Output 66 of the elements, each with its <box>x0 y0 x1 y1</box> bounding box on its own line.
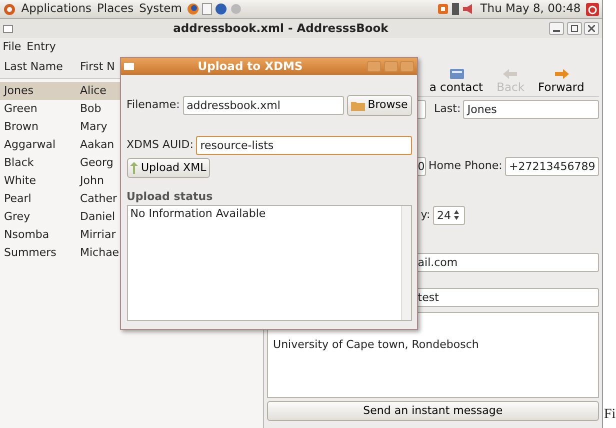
forward-button[interactable]: Forward <box>534 66 588 94</box>
upload-icon <box>130 162 138 174</box>
last-name-cell-text: Aggarwal <box>3 136 57 153</box>
column-header[interactable]: First N <box>80 59 115 76</box>
panel-menu[interactable]: Places <box>97 0 134 18</box>
status-heading: Upload status <box>126 188 214 205</box>
globe-icon[interactable] <box>187 3 200 15</box>
minimize-button[interactable] <box>548 22 564 35</box>
first-name-cell-text: Mirriar <box>80 226 116 243</box>
first-name-cell-text: Michae <box>80 244 120 261</box>
close-icon <box>588 25 596 32</box>
last-name-cell-text: Nsomba <box>3 226 50 243</box>
auid-field[interactable]: resource-lists <box>196 136 412 155</box>
speaker-icon[interactable] <box>462 4 475 14</box>
first-name-cell-text: John <box>80 172 104 189</box>
last-name-cell-text: White <box>3 172 37 189</box>
home-phone-field[interactable]: +27213456789 <box>505 156 600 176</box>
contact-button[interactable]: a contact <box>425 66 488 94</box>
window-title: addressbook.xml - AddresssBook <box>172 20 390 37</box>
menu-item[interactable]: Entry <box>26 39 56 56</box>
field-label: y: <box>420 207 430 223</box>
first-name-cell-text: Mary <box>80 118 108 135</box>
panel-menu[interactable]: System <box>139 0 182 18</box>
power-icon[interactable] <box>586 2 600 16</box>
address-text-area[interactable]: University of Cape town, Rondebosch <box>266 312 600 398</box>
first-name-cell-text: Georg <box>80 154 114 171</box>
column-header[interactable]: Last Name <box>0 59 80 76</box>
first-name-cell-text: Bob <box>80 100 102 117</box>
browse-button[interactable]: Browse <box>347 95 412 116</box>
field-label: Home Phone: <box>428 158 502 174</box>
window-menu-icon[interactable] <box>2 24 13 32</box>
last-name-cell-text: Summers <box>3 244 58 261</box>
folder-icon <box>350 100 365 111</box>
first-name-cell-text: Alice <box>80 82 106 99</box>
last-name-cell-text: Pearl <box>3 190 32 207</box>
notification-icon[interactable] <box>438 4 448 14</box>
upload-button[interactable]: Upload XML <box>126 158 210 178</box>
field-label: XDMS AUID: <box>126 137 194 154</box>
last-name-cell-text: Brown <box>3 118 40 135</box>
first-name-cell-text: Aakan <box>80 136 114 153</box>
last-name-cell-text: Grey <box>3 208 32 225</box>
last-name-field[interactable]: Jones <box>463 100 600 119</box>
last-name-cell-text: Green <box>3 100 38 117</box>
document-icon[interactable] <box>202 3 212 15</box>
send-message-button[interactable]: Send an instant message <box>266 401 600 421</box>
close-button[interactable] <box>584 22 600 35</box>
first-name-cell-text: Daniel <box>80 208 116 225</box>
status-text: No Information Available <box>129 206 267 222</box>
field-label: Filename: <box>126 97 180 114</box>
filename-field[interactable]: addressbook.xml <box>182 96 344 115</box>
last-name-cell-text: Black <box>3 154 35 171</box>
scrollbar[interactable] <box>400 206 410 320</box>
dialog-title: Upload to XDMS <box>196 58 304 75</box>
menu-item[interactable]: File <box>2 39 22 56</box>
clock-text[interactable]: Thu May 8, 00:48 <box>480 0 581 18</box>
maximize-icon <box>570 25 578 32</box>
spin-value: 24 <box>436 208 451 224</box>
caption-text: Fi <box>603 406 616 424</box>
spin-arrows-icon[interactable] <box>454 210 459 220</box>
panel-menu[interactable]: Applications <box>21 0 92 18</box>
maximize-button[interactable] <box>566 22 582 35</box>
field-label: Last: <box>434 101 461 117</box>
first-name-cell-text: Cather <box>80 190 117 207</box>
foot-logo-icon[interactable] <box>2 2 16 16</box>
spin-field[interactable]: 24 <box>432 206 465 225</box>
last-name-cell-text: Jones <box>2 82 34 99</box>
